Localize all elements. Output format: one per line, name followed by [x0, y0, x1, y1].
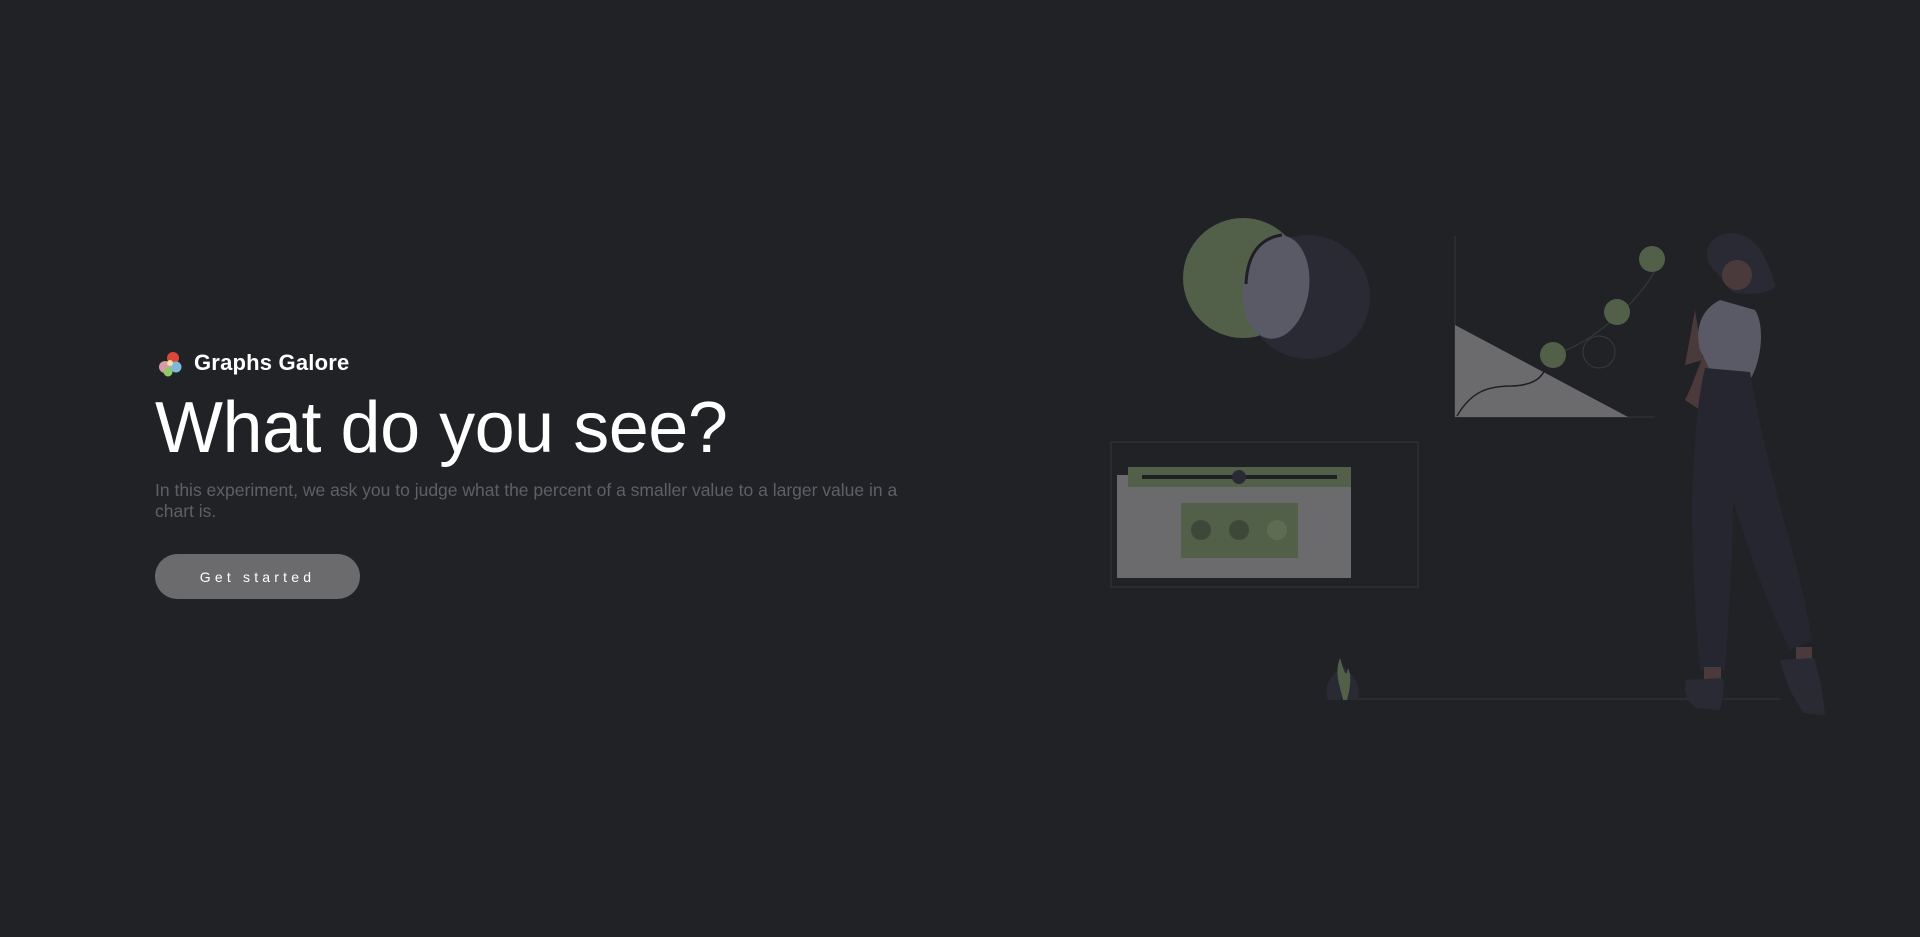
green-dot — [1604, 299, 1630, 325]
landing-page: Graphs Galore What do you see? In this e… — [0, 0, 1920, 937]
brand: Graphs Galore — [155, 346, 945, 380]
color-balls-icon — [159, 352, 182, 377]
hero-section: Graphs Galore What do you see? In this e… — [155, 346, 945, 599]
get-started-button[interactable]: Get started — [155, 554, 360, 599]
slider-knob — [1232, 470, 1246, 484]
page-title: What do you see? — [155, 388, 728, 468]
experiment-description: In this experiment, we ask you to judge … — [155, 480, 898, 521]
green-dot — [1540, 342, 1566, 368]
data-analysis-person-illustration — [1110, 218, 1825, 715]
person-figure — [1685, 233, 1825, 715]
green-dot — [1639, 246, 1665, 272]
brand-name: Graphs Galore — [194, 350, 350, 375]
gray-triangle — [1455, 325, 1628, 417]
